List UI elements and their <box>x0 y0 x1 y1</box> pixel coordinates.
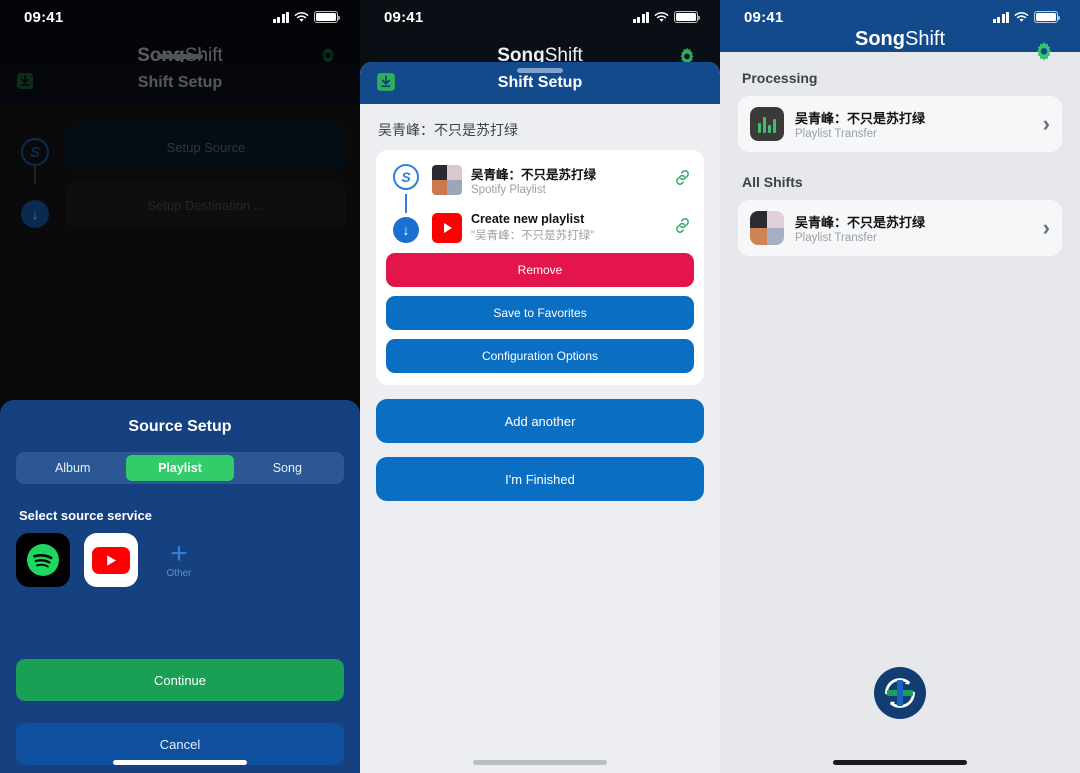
service-spotify[interactable] <box>16 533 70 587</box>
sheet-header-2: Shift Setup <box>360 62 720 104</box>
shifts-list: Processing 吴青峰：不只是苏打绿 Playlist Transfer … <box>720 52 1080 256</box>
status-icons <box>272 11 340 23</box>
segment-song[interactable]: Song <box>234 455 341 481</box>
chevron-right-icon: › <box>1042 215 1050 240</box>
service-list: + Other <box>16 533 344 587</box>
configuration-options-button[interactable]: Configuration Options <box>386 339 694 373</box>
section-title-all-shifts: All Shifts <box>742 174 803 190</box>
transfer-row-text: 吴青峰：不只是苏打绿 Spotify Playlist <box>471 164 664 196</box>
cancel-button[interactable]: Cancel <box>16 723 344 765</box>
shift-card: S ↓ 吴青峰：不只是苏打绿 Spotify Playlist Create n… <box>376 150 704 385</box>
status-time: 09:41 <box>24 8 64 26</box>
panel-shift-setup: 09:41 SongShift Shift Setup 吴青峰：不只是苏打绿 S… <box>360 0 720 773</box>
transfer-row-subtitle: Spotify Playlist <box>471 184 546 196</box>
spotify-source-badge: S <box>393 164 419 190</box>
source-setup-sheet: Source Setup Album Playlist Song Select … <box>0 400 360 773</box>
transfer-row-text: Create new playlist "吴青峰：不只是苏打绿" <box>471 212 664 243</box>
wifi-icon <box>654 11 669 23</box>
sheet-title-2: Shift Setup <box>497 74 583 91</box>
battery-icon <box>674 11 700 23</box>
home-indicator-3 <box>833 760 967 765</box>
status-bar-2: 09:41 <box>360 0 720 34</box>
album-mosaic-thumbnail <box>750 211 784 245</box>
panel-home: 09:41 SongShift Processing 吴青峰：不只是苏打绿 Pl… <box>720 0 1080 773</box>
service-other[interactable]: + Other <box>152 533 206 587</box>
list-item-text: 吴青峰：不只是苏打绿 Playlist Transfer <box>795 212 1032 244</box>
section-title-processing: Processing <box>742 70 818 86</box>
youtube-music-icon <box>432 212 462 243</box>
remove-button[interactable]: Remove <box>386 253 694 287</box>
segment-playlist[interactable]: Playlist <box>126 455 234 481</box>
add-another-button[interactable]: Add another <box>376 399 704 443</box>
list-item-subtitle: Playlist Transfer <box>795 232 877 244</box>
home-indicator-1 <box>113 760 247 765</box>
rail-connector <box>404 194 408 213</box>
shift-setup-sheet: Shift Setup 吴青峰：不只是苏打绿 S ↓ 吴青峰：不只是苏打绿 Sp… <box>360 62 720 773</box>
continue-button[interactable]: Continue <box>16 659 344 701</box>
wifi-icon <box>1014 11 1029 23</box>
list-item-title: 吴青峰：不只是苏打绿 <box>795 111 926 126</box>
transfer-row-source[interactable]: 吴青峰：不只是苏打绿 Spotify Playlist <box>432 164 692 196</box>
status-time: 09:41 <box>384 8 424 26</box>
nav-bar: 09:41 SongShift <box>720 0 1080 61</box>
equalizer-icon <box>750 107 784 141</box>
service-youtube-music[interactable] <box>84 533 138 587</box>
status-icons <box>632 11 700 23</box>
service-other-label: Other <box>166 568 192 579</box>
wifi-icon <box>294 11 309 23</box>
list-item-title: 吴青峰：不只是苏打绿 <box>795 215 926 230</box>
segment-album[interactable]: Album <box>19 455 126 481</box>
panel-source-setup: 09:41 SongShift Shift Setup S ↓ <box>0 0 360 773</box>
transfer-rows: 吴青峰：不只是苏打绿 Spotify Playlist Create new p… <box>432 164 692 243</box>
panel3-background: 09:41 SongShift Processing 吴青峰：不只是苏打绿 Pl… <box>720 0 1080 773</box>
gear-icon[interactable] <box>1032 40 1056 69</box>
home-indicator-2 <box>473 760 607 765</box>
battery-icon <box>314 11 340 23</box>
status-icons <box>992 11 1060 23</box>
add-shift-icon[interactable] <box>872 665 928 721</box>
select-source-service-label: Select source service <box>19 508 152 523</box>
transfer-row-title: Create new playlist <box>471 212 585 226</box>
transfer-row-subtitle: "吴青峰：不只是苏打绿" <box>471 230 595 242</box>
shift-card-buttons: Remove Save to Favorites Configuration O… <box>386 253 694 373</box>
transfer-row-title: 吴青峰：不只是苏打绿 <box>471 168 597 182</box>
list-item-subtitle: Playlist Transfer <box>795 128 877 140</box>
playlist-group-title: 吴青峰：不只是苏打绿 <box>378 122 518 138</box>
cellular-signal-icon <box>272 11 289 23</box>
type-segmented-control: Album Playlist Song <box>16 452 344 484</box>
import-export-icon[interactable] <box>376 72 396 97</box>
source-setup-title: Source Setup <box>128 418 232 435</box>
transfer-row-destination[interactable]: Create new playlist "吴青峰：不只是苏打绿" <box>432 212 692 243</box>
edit-link-icon[interactable] <box>673 168 692 192</box>
save-to-favorites-button[interactable]: Save to Favorites <box>386 296 694 330</box>
edit-link-icon[interactable] <box>673 216 692 240</box>
shift-setup-body: 吴青峰：不只是苏打绿 S ↓ 吴青峰：不只是苏打绿 Spotify Playli… <box>360 104 720 501</box>
cellular-signal-icon <box>992 11 1009 23</box>
shift-card-rows: S ↓ 吴青峰：不只是苏打绿 Spotify Playlist Create n… <box>386 160 694 253</box>
spotify-icon <box>16 533 70 587</box>
status-time: 09:41 <box>744 8 784 26</box>
sheet-grabber[interactable] <box>517 68 563 73</box>
chevron-right-icon: › <box>1042 111 1050 136</box>
transfer-rail-2: S ↓ <box>388 164 424 243</box>
status-bar-1: 09:41 <box>0 0 360 34</box>
list-item[interactable]: 吴青峰：不只是苏打绿 Playlist Transfer › <box>738 200 1062 256</box>
battery-icon <box>1034 11 1060 23</box>
album-mosaic-thumbnail <box>432 165 462 195</box>
im-finished-button[interactable]: I'm Finished <box>376 457 704 501</box>
source-setup-actions: Continue Cancel <box>16 659 344 773</box>
arrow-down-circle-icon: ↓ <box>393 217 419 243</box>
youtube-music-icon <box>84 533 138 587</box>
list-item-text: 吴青峰：不只是苏打绿 Playlist Transfer <box>795 108 1032 140</box>
sheet-bottom-buttons: Add another I'm Finished <box>376 399 704 501</box>
status-bar-3: 09:41 <box>720 0 1080 34</box>
cellular-signal-icon <box>632 11 649 23</box>
list-item[interactable]: 吴青峰：不只是苏打绿 Playlist Transfer › <box>738 96 1062 152</box>
plus-icon: + <box>170 537 188 570</box>
